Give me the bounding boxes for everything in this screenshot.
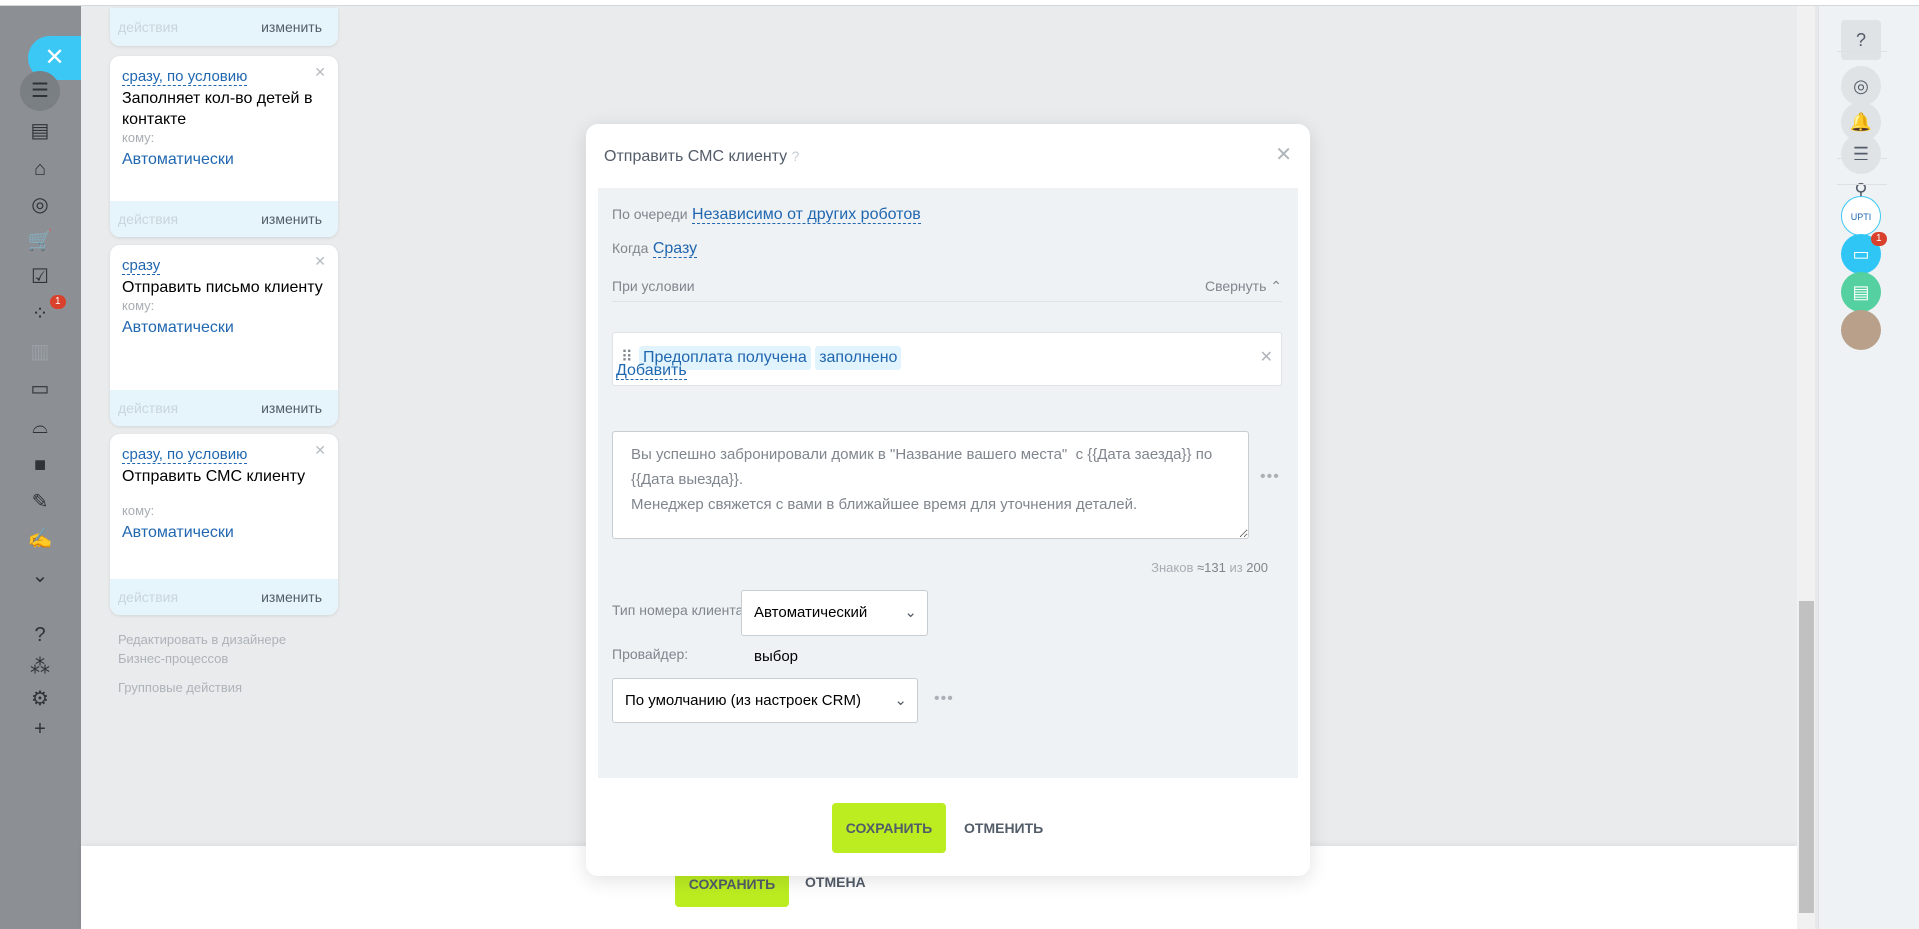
provider-value: По умолчанию (из настроек CRM)	[625, 692, 861, 709]
dialog-save-button[interactable]: СОХРАНИТЬ	[832, 803, 946, 853]
card-when-link[interactable]: сразу, по условию	[122, 446, 248, 464]
char-counter: Знаков ≈131 из 200	[1151, 560, 1268, 575]
card-title: Заполняет кол-во детей в контакте	[122, 90, 313, 128]
checkbox-icon[interactable]: ☑	[24, 264, 56, 290]
dialog-body: По очереди Независимо от других роботов …	[598, 188, 1298, 778]
chat-list-icon[interactable]: ☰	[1841, 134, 1881, 174]
card-actions[interactable]: действия	[118, 211, 178, 227]
warehouse-icon[interactable]: ⌂	[24, 156, 56, 182]
designer-link[interactable]: Редактировать в дизайнере Бизнес-процесс…	[118, 630, 288, 668]
help-icon[interactable]: ?	[1841, 20, 1881, 60]
scrollbar-thumb[interactable]	[1799, 601, 1814, 913]
dialog-cancel-button[interactable]: ОТМЕНИТЬ	[964, 820, 1043, 836]
more-chevron-icon[interactable]: ⌄	[24, 563, 56, 589]
card-edit[interactable]: изменить	[261, 400, 322, 416]
card-close-icon[interactable]: ✕	[314, 64, 326, 81]
left-nav: ✕ ☰ ▤ ⌂ ◎ 🛒 ☑ ⁘ 1 ▥ ▭ ⌓ ■ ✎ ✍ ⌄ ? ⁂ ⚙ +	[0, 6, 81, 929]
card-to-value[interactable]: Автоматически	[122, 151, 326, 169]
chars-max: 200	[1246, 560, 1268, 575]
card-edit[interactable]: изменить	[261, 211, 322, 227]
collapse-button[interactable]: Свернуть ⌃	[1205, 278, 1282, 295]
card-when-link[interactable]: сразу, по условию	[122, 68, 248, 86]
card-edit[interactable]: изменить	[261, 589, 322, 605]
chart-icon[interactable]: ▥	[24, 339, 56, 365]
card-actions[interactable]: действия	[118, 400, 178, 416]
dialog-close-icon[interactable]: ✕	[1275, 142, 1292, 167]
provider-more-icon[interactable]: •••	[934, 690, 954, 708]
network-icon[interactable]: ⁂	[24, 654, 56, 680]
card-title: Отправить письмо клиенту	[122, 279, 323, 296]
chars-count: ≈131	[1196, 560, 1226, 575]
sms-message-input[interactable]: Вы успешно забронировали домик в "Назван…	[612, 431, 1249, 539]
card-to-label: кому:	[122, 503, 155, 518]
cart-icon[interactable]: 🛒	[24, 228, 56, 254]
robot-card: действия изменить	[110, 8, 338, 46]
help-icon[interactable]: ?	[792, 148, 800, 164]
when-link[interactable]: Сразу	[652, 240, 698, 258]
user-avatar[interactable]	[1841, 310, 1881, 350]
news-icon[interactable]: ▤	[1841, 272, 1881, 312]
timeman-icon[interactable]: ◎	[1841, 66, 1881, 106]
condition-label: При условии	[612, 278, 695, 294]
robot-card: ✕ сразу, по условию Отправить СМС клиент…	[110, 434, 338, 615]
card-to-value[interactable]: Автоматически	[122, 524, 326, 542]
send-sms-dialog: Отправить СМС клиенту ? ✕ По очереди Нез…	[586, 124, 1310, 876]
chars-of: из	[1229, 560, 1243, 575]
right-panel: ? ◎ 🔔 ☰ ⚲ UPTI ▭ 1 ▤	[1818, 6, 1919, 929]
signature-icon[interactable]: ✍	[24, 526, 56, 552]
card-title: Отправить СМС клиенту	[122, 468, 306, 485]
add-icon[interactable]: +	[24, 716, 56, 742]
tasks-icon[interactable]: ▤	[24, 118, 56, 144]
collapse-label: Свернуть	[1204, 278, 1267, 294]
add-condition-link[interactable]: Добавить	[616, 362, 687, 380]
upti-app-icon[interactable]: UPTI	[1841, 196, 1881, 236]
remove-condition-icon[interactable]: ✕	[1260, 347, 1273, 367]
upti-label: UPTI	[1850, 212, 1872, 222]
queue-label: По очереди	[612, 206, 688, 222]
chevron-down-icon: ⌄	[904, 604, 917, 621]
chevron-down-icon: ⌄	[894, 692, 907, 709]
box-icon[interactable]: ■	[24, 452, 56, 478]
contact-card-icon[interactable]: ▭	[24, 376, 56, 402]
page-cancel-button[interactable]: ОТМЕНА	[805, 874, 866, 890]
settings-icon[interactable]: ⚙	[24, 686, 56, 712]
card-to-label: кому:	[122, 298, 155, 313]
card-actions[interactable]: действия	[118, 19, 178, 35]
queue-link[interactable]: Независимо от других роботов	[692, 206, 921, 224]
card-actions[interactable]: действия	[118, 589, 178, 605]
more-icon[interactable]: •••	[1260, 468, 1280, 486]
chevron-up-icon: ⌃	[1270, 278, 1282, 294]
phone-type-select[interactable]: Автоматический выбор ⌄	[741, 590, 928, 665]
condition-operator[interactable]: заполнено	[815, 346, 902, 370]
phone-type-value: Автоматический выбор	[754, 604, 868, 665]
edit-list-icon[interactable]: ✎	[24, 489, 56, 515]
filter-icon[interactable]: ☰	[20, 71, 60, 111]
dialog-title: Отправить СМС клиенту	[604, 148, 788, 165]
robot-icon[interactable]: ⌓	[24, 414, 56, 440]
when-label: Когда	[612, 240, 649, 256]
target-icon[interactable]: ◎	[24, 192, 56, 218]
card-close-icon[interactable]: ✕	[314, 253, 326, 270]
chars-label: Знаков	[1151, 560, 1194, 575]
phone-type-label: Тип номера клиента:	[612, 602, 748, 618]
card-when-link[interactable]: сразу	[122, 257, 161, 275]
robot-card: ✕ сразу, по условию Заполняет кол-во дет…	[110, 56, 338, 237]
card-close-icon[interactable]: ✕	[314, 442, 326, 459]
scrollbar[interactable]	[1797, 6, 1815, 929]
help-icon[interactable]: ?	[24, 622, 56, 648]
robot-card: ✕ сразу Отправить письмо клиенту кому: А…	[110, 245, 338, 426]
notification-badge: 1	[50, 295, 66, 309]
condition-row: ⠿ Предоплата получена заполнено ✕	[612, 332, 1282, 386]
provider-select[interactable]: По умолчанию (из настроек CRM) ⌄	[612, 678, 918, 723]
chat-badge: 1	[1871, 232, 1887, 246]
provider-label: Провайдер:	[612, 646, 689, 662]
card-to-label: кому:	[122, 130, 155, 145]
card-edit[interactable]: изменить	[261, 19, 322, 35]
card-to-value[interactable]: Автоматически	[122, 319, 326, 337]
group-actions-link[interactable]: Групповые действия	[118, 678, 242, 697]
